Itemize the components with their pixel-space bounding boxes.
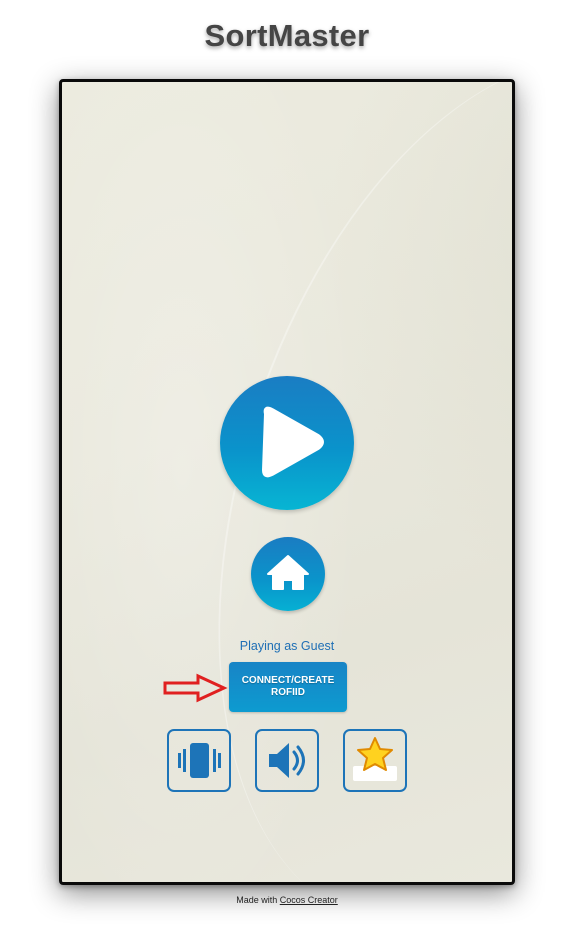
play-icon (262, 406, 324, 478)
vibrate-icon (178, 743, 221, 778)
star-icon (353, 737, 397, 781)
connect-create-rofiid-button[interactable]: CONNECT/CREATE ROFIID (229, 662, 347, 712)
footer: Made with Cocos Creator (0, 895, 574, 905)
home-icon (267, 555, 309, 590)
site-title: SortMaster (204, 18, 370, 53)
vibration-toggle-button[interactable] (167, 729, 231, 792)
footer-prefix: Made with (236, 895, 278, 905)
play-button[interactable] (220, 376, 354, 510)
home-button[interactable] (251, 537, 325, 611)
player-status-text: Playing as Guest (239, 639, 335, 653)
page: SortMaster Playing as Guest CONNECT/CREA… (0, 0, 586, 948)
cocos-creator-link[interactable]: Cocos Creator (280, 895, 338, 905)
speaker-icon (269, 743, 305, 778)
game-canvas[interactable]: Playing as Guest CONNECT/CREATE ROFIID (59, 79, 515, 885)
red-arrow-icon (162, 673, 228, 708)
sound-toggle-button[interactable] (255, 729, 319, 792)
rate-game-button[interactable] (343, 729, 407, 792)
